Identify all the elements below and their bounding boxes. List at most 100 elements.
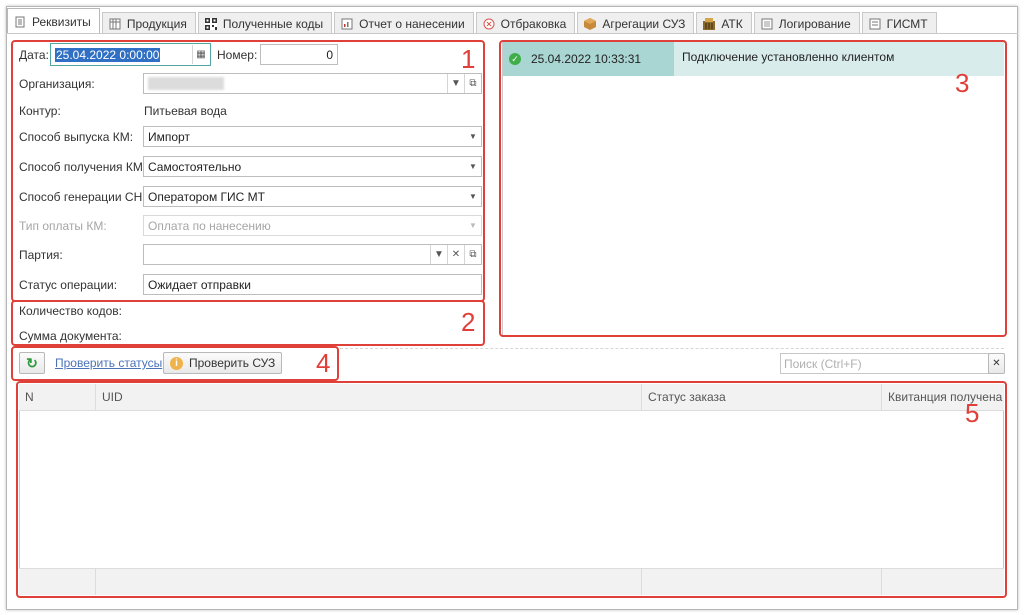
doc-sum-row: Сумма документа: (19, 325, 122, 347)
footer-cell (96, 569, 642, 595)
tab-received-codes[interactable]: Полученные коды (197, 12, 333, 34)
open-icon[interactable]: ⧉ (464, 245, 481, 264)
chevron-down-icon[interactable]: ▼ (430, 245, 447, 264)
payment-type-select: Оплата по нанесению ▼ (143, 215, 482, 236)
tab-label: АТК (721, 16, 743, 31)
table-icon (109, 18, 121, 30)
release-method-select[interactable]: Импорт ▼ (143, 126, 482, 147)
open-icon[interactable]: ⧉ (464, 74, 481, 93)
column-header-uid[interactable]: UID (96, 384, 642, 410)
tab-products[interactable]: Продукция (101, 12, 196, 34)
tab-requisites[interactable]: Реквизиты (7, 8, 100, 34)
refresh-button[interactable]: ↻ (19, 352, 45, 374)
chevron-down-icon[interactable]: ▼ (447, 74, 464, 93)
operation-status-row: Статус операции: (19, 274, 117, 296)
payment-type-label: Тип оплаты КМ: (19, 219, 107, 233)
generation-method-value: Оператором ГИС МТ (148, 189, 266, 204)
tab-rejection[interactable]: Отбраковка (475, 12, 576, 34)
column-header-n[interactable]: N (19, 384, 96, 410)
contour-value: Питьевая вода (144, 104, 227, 118)
tab-divider (6, 33, 1018, 34)
organization-label: Организация: (19, 77, 95, 91)
box-icon (584, 17, 597, 30)
release-method-label: Способ выпуска КМ: (19, 130, 134, 144)
codes-count-label: Количество кодов: (19, 304, 122, 318)
generation-method-row: Способ генерации СН: (19, 186, 146, 208)
receive-method-value: Самостоятельно (148, 159, 242, 174)
receive-method-label: Способ получения КМ: (19, 160, 147, 174)
annotation-number-2: 2 (461, 307, 476, 337)
log-panel (502, 42, 1006, 336)
column-header-order-status[interactable]: Статус заказа (642, 384, 882, 410)
contour-value-row: Питьевая вода (144, 100, 227, 122)
tab-label: Реквизиты (32, 14, 91, 29)
number-row: Номер: (217, 44, 257, 66)
payment-type-value: Оплата по нанесению (148, 218, 271, 233)
number-label: Номер: (217, 48, 258, 62)
check-suz-button[interactable]: i Проверить СУЗ (163, 352, 282, 374)
number-field[interactable]: 0 (260, 44, 338, 65)
column-header-label: N (25, 390, 34, 404)
qr-code-icon (204, 17, 217, 30)
receive-method-select[interactable]: Самостоятельно ▼ (143, 156, 482, 177)
check-suz-label: Проверить СУЗ (189, 356, 276, 370)
annotation-number-3: 3 (955, 68, 970, 98)
checkmark-icon: ✓ (509, 53, 521, 65)
annotation-number-4: 4 (316, 348, 331, 378)
tab-application-report[interactable]: Отчет о нанесении (334, 12, 474, 34)
contour-row: Контур: (19, 100, 61, 122)
organization-field[interactable]: ▼ ⧉ (143, 73, 482, 94)
generation-method-select[interactable]: Оператором ГИС МТ ▼ (143, 186, 482, 207)
doc-sum-label: Сумма документа: (19, 329, 122, 343)
operation-status-field: Ожидает отправки (143, 274, 482, 295)
clear-icon[interactable]: ✕ (447, 245, 464, 264)
number-value: 0 (326, 47, 333, 62)
tab-label: Логирование (778, 16, 851, 31)
table-header: N UID Статус заказа Квитанция получена (19, 384, 1004, 411)
column-header-label: Квитанция получена (888, 390, 1003, 404)
batch-row: Партия: (19, 244, 63, 266)
batch-label: Партия: (19, 248, 63, 262)
calendar-icon[interactable]: ▦ (192, 45, 209, 64)
footer-cell (19, 569, 96, 595)
search-input[interactable]: Поиск (Ctrl+F) (780, 353, 989, 374)
date-field[interactable]: 25.04.2022 0:00:00 ▦ (50, 43, 211, 66)
search-clear-button[interactable]: ✕ (988, 353, 1005, 374)
tab-atk[interactable]: АТК (696, 12, 752, 34)
generation-method-label: Способ генерации СН: (19, 190, 146, 204)
operation-status-label: Статус операции: (19, 278, 118, 292)
atk-icon (703, 17, 716, 30)
column-header-label: UID (102, 390, 123, 404)
check-statuses-link[interactable]: Проверить статусы (55, 356, 162, 370)
tab-suz-aggregations[interactable]: Агрегации СУЗ (577, 12, 695, 34)
tab-label: Полученные коды (222, 16, 324, 31)
tab-label: Продукция (126, 16, 187, 31)
codes-count-row: Количество кодов: (19, 300, 122, 322)
log-message: Подключение установленно клиентом (682, 50, 895, 64)
tab-label: ГИСМТ (886, 16, 928, 31)
batch-field[interactable]: ▼ ✕ ⧉ (143, 244, 482, 265)
footer-cell (642, 569, 882, 595)
log-timestamp-cell[interactable]: ✓ 25.04.2022 10:33:31 (503, 42, 674, 76)
release-method-value: Импорт (148, 129, 190, 144)
gismt-icon (869, 18, 881, 30)
log-timestamp: 25.04.2022 10:33:31 (531, 52, 642, 66)
column-header-label: Статус заказа (648, 390, 726, 404)
tab-label: Агрегации СУЗ (602, 16, 686, 31)
annotation-number-1: 1 (461, 44, 476, 74)
annotation-number-5: 5 (965, 398, 980, 428)
chevron-down-icon[interactable]: ▼ (465, 127, 481, 146)
table-footer (19, 568, 1004, 595)
tab-logging[interactable]: Логирование (753, 12, 860, 34)
release-method-row: Способ выпуска КМ: (19, 126, 133, 148)
operation-status-value: Ожидает отправки (148, 277, 251, 292)
tab-gismt[interactable]: ГИСМТ (861, 12, 937, 34)
tab-bar: Реквизиты Продукция Полученные коды Отче… (7, 8, 939, 34)
chevron-down-icon[interactable]: ▼ (465, 157, 481, 176)
column-header-receipt[interactable]: Квитанция получена (882, 384, 1004, 410)
chevron-down-icon[interactable]: ▼ (465, 187, 481, 206)
tab-label: Отчет о нанесении (359, 16, 465, 31)
organization-row: Организация: (19, 73, 95, 95)
refresh-icon: ↻ (26, 354, 38, 371)
clear-icon: ✕ (992, 358, 1001, 369)
